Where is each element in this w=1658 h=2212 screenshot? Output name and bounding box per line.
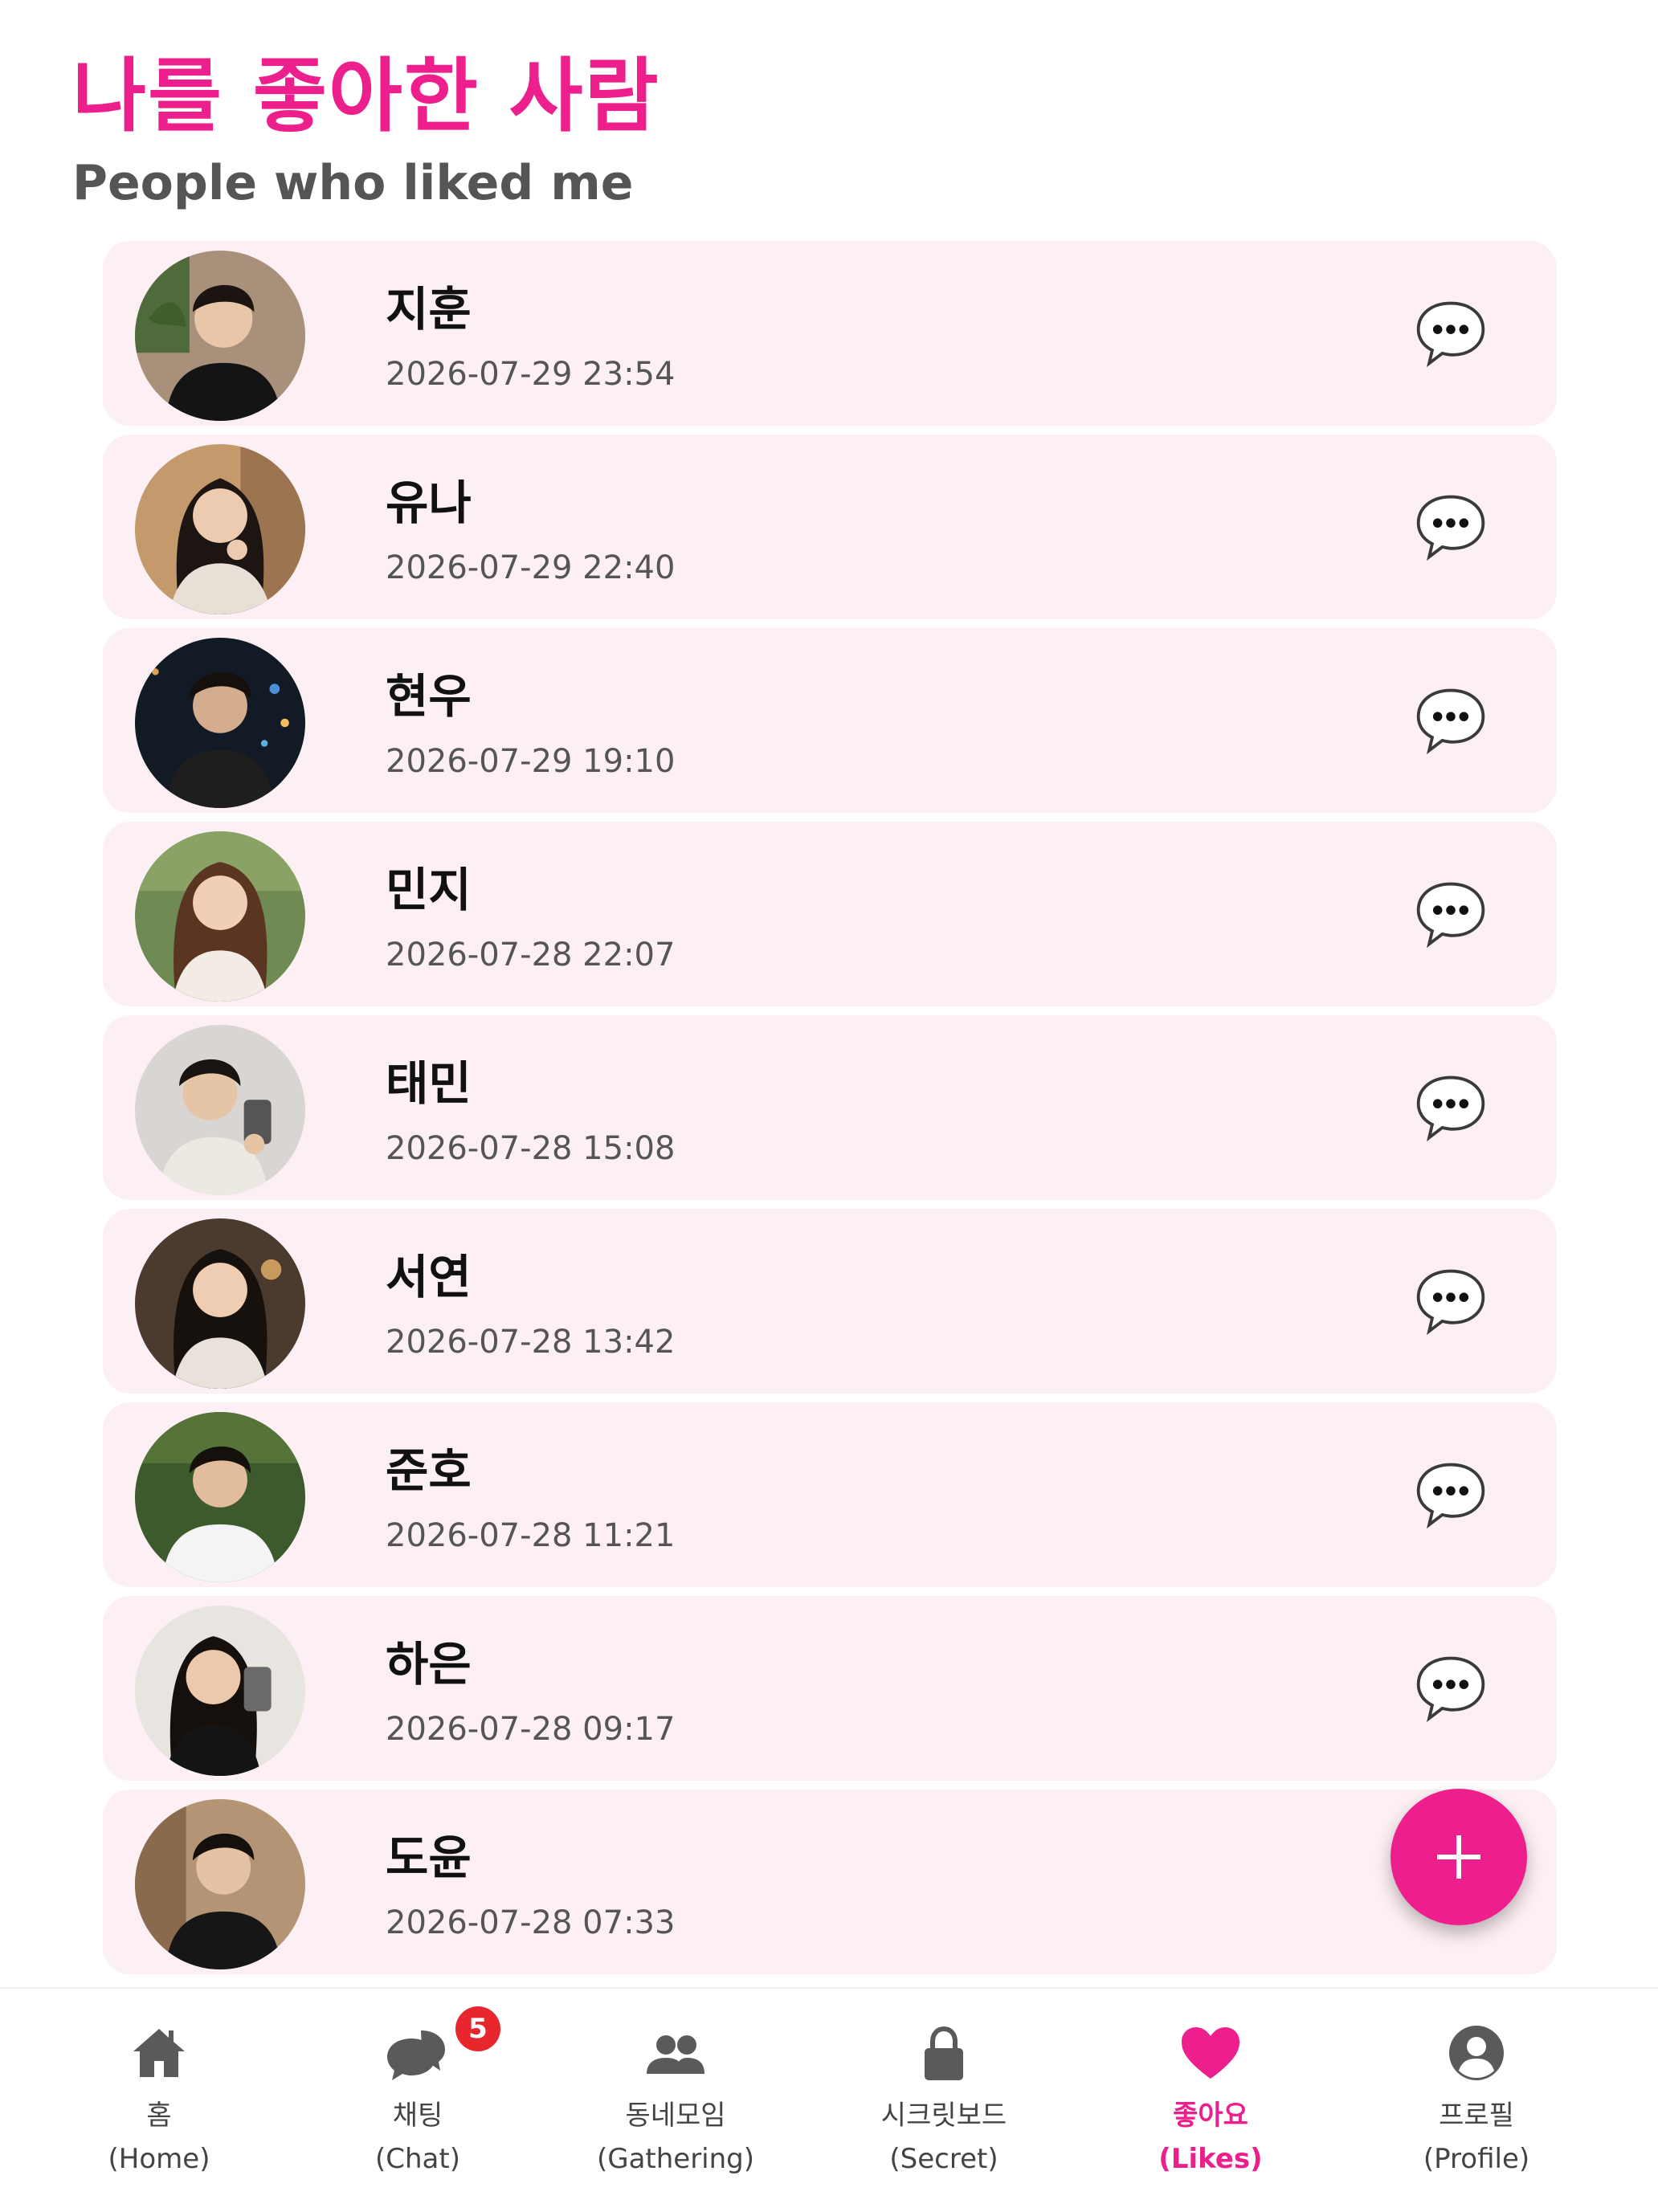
like-name: 준호 xyxy=(386,1443,472,1498)
chat-bubble-ellipsis-icon[interactable] xyxy=(1412,1455,1489,1532)
like-name: 서연 xyxy=(386,1250,472,1304)
nav-sublabel: (Home) xyxy=(108,2143,210,2175)
like-list-item[interactable]: 서연 2026-07-28 13:42 xyxy=(103,1209,1557,1394)
chat-bubble-ellipsis-icon[interactable] xyxy=(1412,1262,1489,1339)
like-time: 2026-07-29 19:10 xyxy=(386,743,676,780)
nav-sublabel: (Profile) xyxy=(1423,2143,1530,2175)
chat-bubble-ellipsis-icon[interactable] xyxy=(1412,294,1489,371)
nav-sublabel: (Chat) xyxy=(375,2143,460,2175)
nav-item-home[interactable]: 홈 (Home) xyxy=(27,1989,292,2212)
like-list-item[interactable]: 준호 2026-07-28 11:21 xyxy=(103,1402,1557,1587)
chat-icon xyxy=(386,2021,450,2085)
like-list-item[interactable]: 하은 2026-07-28 09:17 xyxy=(103,1596,1557,1781)
like-name: 민지 xyxy=(386,863,472,917)
nav-item-gathering[interactable]: 동네모임 (Gathering) xyxy=(543,1989,808,2212)
like-time: 2026-07-28 15:08 xyxy=(386,1130,676,1167)
page-subtitle: People who liked me xyxy=(72,155,634,211)
likes-list: 지훈 2026-07-29 23:54 유나 2026-07-29 22:40 xyxy=(103,241,1557,1983)
nav-item-likes[interactable]: 좋아요 (Likes) xyxy=(1078,1989,1343,2212)
chat-bubble-ellipsis-icon[interactable] xyxy=(1412,1649,1489,1726)
page-title: 나를 좋아한 사람 xyxy=(72,49,660,143)
like-time: 2026-07-28 11:21 xyxy=(386,1517,676,1554)
like-time: 2026-07-28 13:42 xyxy=(386,1324,676,1361)
chat-bubble-ellipsis-icon[interactable] xyxy=(1412,875,1489,952)
nav-item-chat[interactable]: 5 채팅 (Chat) xyxy=(285,1989,550,2212)
avatar[interactable] xyxy=(135,638,305,808)
like-name: 지훈 xyxy=(386,282,472,337)
like-list-item[interactable]: 유나 2026-07-29 22:40 xyxy=(103,435,1557,619)
avatar[interactable] xyxy=(135,1218,305,1389)
like-name: 도윤 xyxy=(386,1830,472,1885)
avatar[interactable] xyxy=(135,1606,305,1776)
chat-bubble-ellipsis-icon[interactable] xyxy=(1412,681,1489,758)
like-time: 2026-07-29 22:40 xyxy=(386,549,676,586)
bottom-navigation: 홈 (Home) 5 채팅 (Chat) 동네모임 (Gathering) 시크… xyxy=(0,1987,1658,2212)
lock-icon xyxy=(912,2021,976,2085)
like-list-item[interactable]: 민지 2026-07-28 22:07 xyxy=(103,822,1557,1006)
profile-icon xyxy=(1444,2021,1509,2085)
nav-sublabel: (Gathering) xyxy=(596,2143,755,2175)
nav-sublabel: (Secret) xyxy=(889,2143,998,2175)
avatar[interactable] xyxy=(135,1412,305,1582)
chat-bubble-ellipsis-icon[interactable] xyxy=(1412,1068,1489,1145)
page-header: 나를 좋아한 사람 People who liked me xyxy=(72,48,660,215)
nav-label: 채팅 xyxy=(392,2100,443,2132)
like-time: 2026-07-28 22:07 xyxy=(386,937,676,973)
like-list-item[interactable]: 현우 2026-07-29 19:10 xyxy=(103,628,1557,813)
nav-label: 시크릿보드 xyxy=(880,2100,1007,2132)
heart-icon xyxy=(1178,2021,1243,2085)
plus-icon[interactable] xyxy=(1391,1789,1527,1925)
avatar[interactable] xyxy=(135,444,305,614)
nav-label: 동네모임 xyxy=(625,2100,726,2132)
avatar[interactable] xyxy=(135,251,305,421)
avatar[interactable] xyxy=(135,1799,305,1969)
like-name: 유나 xyxy=(386,475,472,530)
chat-bubble-ellipsis-icon[interactable] xyxy=(1412,488,1489,565)
nav-item-profile[interactable]: 프로필 (Profile) xyxy=(1344,1989,1609,2212)
chat-unread-badge: 5 xyxy=(455,2006,500,2051)
like-list-item[interactable]: 지훈 2026-07-29 23:54 xyxy=(103,241,1557,426)
avatar[interactable] xyxy=(135,1025,305,1195)
avatar[interactable] xyxy=(135,831,305,1002)
nav-label: 프로필 xyxy=(1439,2100,1514,2132)
like-list-item[interactable]: 태민 2026-07-28 15:08 xyxy=(103,1015,1557,1200)
like-time: 2026-07-29 23:54 xyxy=(386,356,676,393)
like-time: 2026-07-28 09:17 xyxy=(386,1711,676,1748)
nav-label: 홈 xyxy=(146,2100,172,2132)
like-name: 하은 xyxy=(386,1637,472,1692)
like-time: 2026-07-28 07:33 xyxy=(386,1904,676,1941)
nav-label: 좋아요 xyxy=(1173,2100,1248,2132)
like-name: 현우 xyxy=(386,669,472,724)
nav-sublabel: (Likes) xyxy=(1158,2143,1263,2175)
group-icon xyxy=(643,2021,708,2085)
like-list-item[interactable]: 도윤 2026-07-28 07:33 xyxy=(103,1790,1557,1974)
like-name: 태민 xyxy=(386,1056,472,1111)
nav-item-secret[interactable]: 시크릿보드 (Secret) xyxy=(811,1989,1076,2212)
home-icon xyxy=(127,2021,191,2085)
